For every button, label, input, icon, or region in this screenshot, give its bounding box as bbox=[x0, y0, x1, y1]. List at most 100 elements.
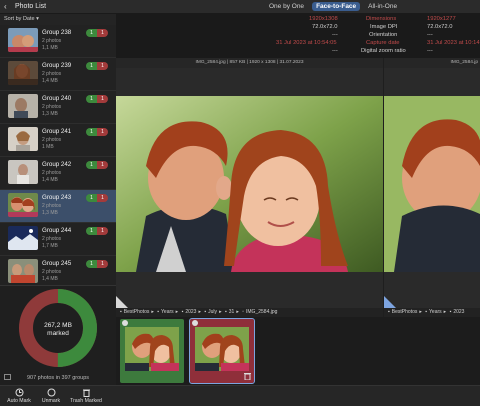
right-breadcrumb: ▪ BestPhotos ▸ ▪ Years ▸ ▪ 2023 bbox=[384, 308, 480, 317]
delete-count-badge: 1 bbox=[97, 128, 108, 136]
group-size: 1,3 MB bbox=[42, 111, 58, 117]
strip-photo-keep[interactable] bbox=[120, 319, 184, 383]
group-title: Group 238 bbox=[42, 29, 72, 36]
title-bar: ‹ Photo List One by One Face-to-Face All… bbox=[0, 0, 480, 14]
bottom-toolbar: Auto Mark Unmark Trash Marked bbox=[0, 385, 480, 406]
breadcrumb-item[interactable]: Years bbox=[429, 309, 442, 315]
right-marker-icon bbox=[384, 296, 396, 308]
folder-icon: ▪ bbox=[157, 309, 160, 315]
right-dpi: 72.0x72.0 bbox=[427, 24, 453, 30]
group-photo-count: 2 photos bbox=[42, 71, 62, 77]
left-dpi: 72.0x72.0 bbox=[312, 24, 338, 30]
strip-photo-marked[interactable] bbox=[189, 318, 255, 384]
keep-count-badge: 1 bbox=[86, 128, 97, 136]
group-item[interactable]: Group 243 2 photos 1,3 MB 1 1 bbox=[0, 190, 116, 223]
capture-date-label: Capture date bbox=[366, 40, 400, 46]
delete-count-badge: 1 bbox=[97, 260, 108, 268]
group-badges: 1 1 bbox=[86, 128, 108, 136]
group-thumbnail bbox=[8, 61, 38, 85]
delete-count-badge: 1 bbox=[97, 161, 108, 169]
group-photo-count: 2 photos bbox=[42, 137, 62, 143]
left-orientation: --- bbox=[332, 32, 338, 38]
group-photo-count: 2 photos bbox=[42, 104, 62, 110]
right-orientation: --- bbox=[427, 32, 433, 38]
delete-count-badge: 1 bbox=[97, 62, 108, 70]
mode-all-in-one[interactable]: All-in-One bbox=[364, 2, 401, 11]
folder-icon: ▪ bbox=[181, 309, 184, 315]
delete-count-badge: 1 bbox=[97, 29, 108, 37]
dpi-label: Image DPI bbox=[370, 24, 398, 30]
right-zoom: --- bbox=[427, 48, 433, 54]
breadcrumb-item[interactable]: IMG_2584.jpg bbox=[246, 309, 277, 315]
group-title: Group 242 bbox=[42, 161, 72, 168]
sort-bar: Sort by Date ▾ bbox=[0, 14, 116, 25]
mode-one-by-one[interactable]: One by One bbox=[265, 2, 308, 11]
keep-count-badge: 1 bbox=[86, 161, 97, 169]
group-item[interactable]: Group 244 2 photos 1,7 MB 1 1 bbox=[0, 223, 116, 256]
breadcrumb-item[interactable]: Years bbox=[161, 309, 174, 315]
group-photo-count: 2 photos bbox=[42, 236, 62, 242]
group-thumbnail bbox=[8, 94, 38, 118]
right-capture-date: 31 Jul 2023 at 10:14 bbox=[427, 40, 480, 46]
sort-dropdown[interactable]: Sort by Date ▾ bbox=[4, 16, 39, 22]
group-thumbnail bbox=[8, 160, 38, 184]
group-title: Group 240 bbox=[42, 95, 72, 102]
group-item[interactable]: Group 241 2 photos 1 MB 1 1 bbox=[0, 124, 116, 157]
left-photo bbox=[116, 96, 383, 272]
delete-count-badge: 1 bbox=[97, 95, 108, 103]
breadcrumb-item[interactable]: BestPhotos bbox=[392, 309, 418, 315]
group-thumbnail bbox=[8, 193, 38, 217]
breadcrumb-item[interactable]: 31 bbox=[229, 309, 235, 315]
total-size-label: 267,2 MB bbox=[44, 322, 72, 329]
trash-icon bbox=[82, 389, 90, 397]
breadcrumb-item[interactable]: BestPhotos bbox=[124, 309, 150, 315]
group-size: 1,7 MB bbox=[42, 243, 58, 249]
group-badges: 1 1 bbox=[86, 161, 108, 169]
status-icon bbox=[192, 320, 198, 326]
delete-count-badge: 1 bbox=[97, 227, 108, 235]
delete-count-badge: 1 bbox=[97, 194, 108, 202]
photo-strip bbox=[116, 317, 480, 385]
keep-count-badge: 1 bbox=[86, 260, 97, 268]
right-photo bbox=[384, 96, 480, 272]
breadcrumb-item[interactable]: July bbox=[208, 309, 217, 315]
breadcrumb-item[interactable]: 2023 bbox=[453, 309, 464, 315]
group-title: Group 241 bbox=[42, 128, 72, 135]
strip-thumbnail bbox=[195, 327, 249, 371]
group-item[interactable]: Group 240 2 photos 1,3 MB 1 1 bbox=[0, 91, 116, 124]
right-photo-viewer[interactable] bbox=[384, 68, 480, 308]
group-size: 1,4 MB bbox=[42, 78, 58, 84]
group-thumbnail bbox=[8, 28, 38, 52]
view-mode-switch: One by One Face-to-Face All-in-One bbox=[265, 2, 401, 11]
trash-marked-button[interactable]: Trash Marked bbox=[68, 388, 104, 404]
trash-marked-label: Trash Marked bbox=[70, 398, 102, 404]
unmark-button[interactable]: Unmark bbox=[38, 388, 64, 404]
group-badges: 1 1 bbox=[86, 95, 108, 103]
marked-label: marked bbox=[47, 330, 69, 337]
app-title: Photo List bbox=[15, 3, 47, 10]
left-breadcrumb: ▪ BestPhotos ▸ ▪ Years ▸ ▪ 2023 ▸ ▪ July ▸ ▪ 31 ▸ … bbox=[116, 308, 383, 317]
photo-total-count: 907 photos in 397 groups bbox=[26, 375, 90, 381]
group-title: Group 244 bbox=[42, 227, 72, 234]
group-photo-count: 2 photos bbox=[42, 170, 62, 176]
keep-count-badge: 1 bbox=[86, 194, 97, 202]
strip-thumbnail bbox=[125, 327, 179, 371]
folder-icon: ▪ bbox=[388, 309, 390, 315]
right-dimensions: 1920x1277 bbox=[427, 16, 456, 22]
group-item[interactable]: Group 245 2 photos 1,4 MB 1 1 bbox=[0, 256, 116, 285]
back-chevron-icon[interactable]: ‹ bbox=[4, 2, 7, 11]
group-item[interactable]: Group 242 2 photos 1,4 MB 1 1 bbox=[0, 157, 116, 190]
group-item[interactable]: Group 238 2 photos 1,1 MB 1 1 bbox=[0, 25, 116, 58]
auto-mark-button[interactable]: Auto Mark bbox=[6, 388, 32, 404]
group-photo-count: 2 photos bbox=[42, 269, 62, 275]
left-photo-header: IMG_2584.jpg | 857 KB | 1920 x 1308 | 31… bbox=[116, 58, 383, 68]
group-thumbnail bbox=[8, 259, 38, 283]
left-photo-viewer[interactable] bbox=[116, 68, 383, 308]
group-item[interactable]: Group 239 2 photos 1,4 MB 1 1 bbox=[0, 58, 116, 91]
breadcrumb-item[interactable]: 2023 bbox=[185, 309, 196, 315]
unmark-label: Unmark bbox=[41, 398, 61, 404]
storage-summary: 267,2 MB marked 907 photos in 397 groups bbox=[0, 285, 116, 385]
mode-face-to-face[interactable]: Face-to-Face bbox=[312, 2, 361, 11]
group-size: 1,1 MB bbox=[42, 45, 58, 51]
auto-mark-icon bbox=[15, 388, 23, 397]
